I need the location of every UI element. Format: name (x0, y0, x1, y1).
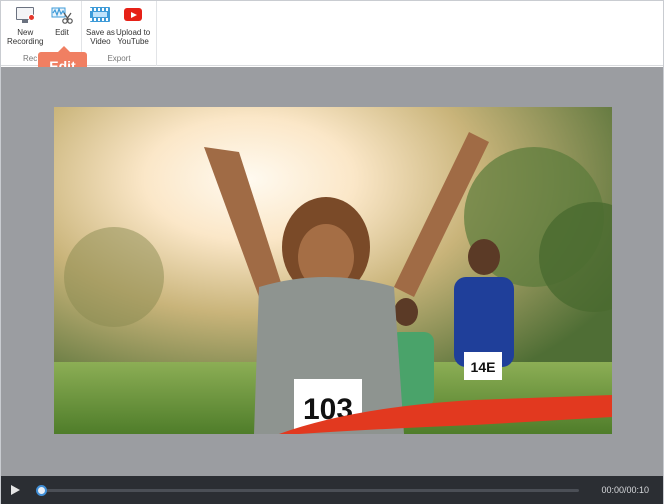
save-as-video-label-2: Video (90, 37, 111, 46)
edit-label: Edit (55, 28, 69, 37)
monitor-record-icon (14, 5, 36, 25)
new-recording-label-2: Recording (7, 37, 44, 46)
new-recording-button[interactable]: New Recording (7, 5, 43, 46)
edit-waveform-icon (51, 5, 73, 25)
save-as-video-button[interactable]: Save as Video (86, 5, 115, 46)
export-group: Save as Video Upload to YouTube Export (81, 1, 157, 66)
youtube-icon (122, 5, 144, 25)
preview-photo: 14E 103 (54, 107, 612, 434)
timeline-track[interactable] (39, 489, 579, 492)
player-bar: 00:00/00:10 (1, 476, 663, 504)
time-display: 00:00/00:10 (601, 485, 649, 495)
new-recording-label-1: New (17, 28, 34, 37)
video-preview[interactable]: 14E 103 (54, 107, 612, 434)
play-icon[interactable] (11, 485, 20, 495)
ribbon-toolbar: New Recording Edit Rec Save as Video Upl… (1, 1, 663, 66)
edit-button[interactable]: Edit (51, 5, 73, 37)
runner-bib-secondary: 14E (471, 359, 496, 375)
upload-youtube-label-2: YouTube (117, 37, 149, 46)
app-window: New Recording Edit Rec Save as Video Upl… (0, 0, 664, 504)
save-as-video-label-1: Save as (86, 28, 115, 37)
export-group-label: Export (107, 54, 131, 63)
preview-workspace: 14E 103 (1, 67, 663, 476)
upload-youtube-label-1: Upload to (116, 28, 151, 37)
upload-youtube-button[interactable]: Upload to YouTube (116, 5, 150, 46)
timeline-scrubber[interactable] (36, 485, 47, 496)
film-icon (89, 5, 111, 25)
